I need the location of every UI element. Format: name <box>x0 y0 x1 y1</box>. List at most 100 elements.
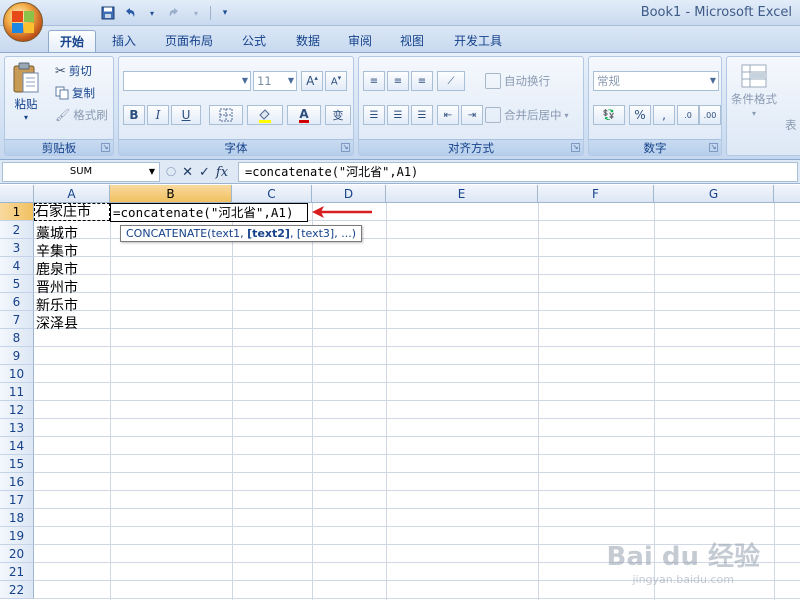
column-header-f[interactable]: F <box>538 185 654 203</box>
format-as-table-button[interactable]: 表 <box>785 117 797 133</box>
grow-font-button[interactable]: A▴ <box>301 71 323 91</box>
tab-data[interactable]: 数据 <box>286 30 330 52</box>
increase-indent-button[interactable]: ⇥ <box>461 105 483 125</box>
bottom-align-button[interactable]: ≡ <box>411 71 433 91</box>
row-header-8[interactable]: 8 <box>0 329 34 347</box>
row-header-3[interactable]: 3 <box>0 239 34 257</box>
redo-icon[interactable] <box>166 5 182 21</box>
row-header-1[interactable]: 1 <box>0 203 34 221</box>
cell-a7[interactable]: 深泽县 <box>36 313 78 333</box>
underline-button[interactable]: U <box>171 105 201 125</box>
column-header-g[interactable]: G <box>654 185 774 203</box>
row-header-11[interactable]: 11 <box>0 383 34 401</box>
top-align-button[interactable]: ≡ <box>363 71 385 91</box>
resize-handle-icon[interactable]: ◯ <box>166 167 176 177</box>
accounting-format-button[interactable]: 💱 <box>593 105 625 125</box>
merge-center-button[interactable]: 合并后居中 ▾ <box>485 107 569 123</box>
row-header-5[interactable]: 5 <box>0 275 34 293</box>
increase-decimal-button[interactable]: .0 <box>677 105 699 125</box>
save-icon[interactable] <box>100 5 116 21</box>
cell-a3[interactable]: 辛集市 <box>36 241 78 261</box>
row-header-2[interactable]: 2 <box>0 221 34 239</box>
conditional-format-button[interactable]: 条件格式 ▾ <box>731 63 777 118</box>
tab-home[interactable]: 开始 <box>48 30 96 52</box>
decrease-decimal-button[interactable]: .00 <box>699 105 721 125</box>
align-left-button[interactable]: ☰ <box>363 105 385 125</box>
column-header-b[interactable]: B <box>110 185 232 203</box>
row-header-21[interactable]: 21 <box>0 563 34 581</box>
orientation-button[interactable]: ⟋ <box>437 71 465 91</box>
customize-qat-icon[interactable]: ▾ <box>217 5 233 21</box>
font-launcher-icon[interactable]: ↘ <box>341 143 350 152</box>
cell-a5[interactable]: 晋州市 <box>36 277 78 297</box>
row-header-9[interactable]: 9 <box>0 347 34 365</box>
italic-button[interactable]: I <box>147 105 169 125</box>
font-name-combo[interactable]: ▼ <box>123 71 251 91</box>
formula-input[interactable]: =concatenate("河北省",A1) <box>238 162 798 182</box>
function-tooltip[interactable]: CONCATENATE(text1, [text2], [text3], ...… <box>120 225 362 242</box>
redo-dropdown-icon[interactable]: ▾ <box>188 5 204 21</box>
clipboard-launcher-icon[interactable]: ↘ <box>101 143 110 152</box>
tab-page-layout[interactable]: 页面布局 <box>158 30 220 52</box>
bold-button[interactable]: B <box>123 105 145 125</box>
office-button[interactable] <box>3 2 43 42</box>
shrink-font-button[interactable]: A▾ <box>325 71 347 91</box>
row-header-6[interactable]: 6 <box>0 293 34 311</box>
borders-button[interactable] <box>209 105 243 125</box>
cell-b1-editor[interactable]: =concatenate("河北省",A1) <box>110 203 308 222</box>
cancel-icon[interactable]: ✕ <box>182 165 193 180</box>
middle-align-button[interactable]: ≡ <box>387 71 409 91</box>
row-header-10[interactable]: 10 <box>0 365 34 383</box>
tab-insert[interactable]: 插入 <box>104 30 144 52</box>
percent-style-button[interactable]: % <box>629 105 651 125</box>
tab-view[interactable]: 视图 <box>390 30 434 52</box>
column-header-c[interactable]: C <box>232 185 312 203</box>
alignment-launcher-icon[interactable]: ↘ <box>571 143 580 152</box>
fill-color-button[interactable] <box>247 105 283 125</box>
format-painter-button[interactable]: 🖌 格式刷 <box>55 107 108 123</box>
tab-developer[interactable]: 开发工具 <box>446 30 510 52</box>
column-header-next[interactable] <box>774 185 800 203</box>
align-center-button[interactable]: ☰ <box>387 105 409 125</box>
cell-a1[interactable]: 石家庄市 <box>34 203 110 221</box>
row-header-18[interactable]: 18 <box>0 509 34 527</box>
enter-icon[interactable]: ✓ <box>199 165 210 180</box>
row-header-15[interactable]: 15 <box>0 455 34 473</box>
row-header-13[interactable]: 13 <box>0 419 34 437</box>
number-format-combo[interactable]: 常规 ▼ <box>593 71 719 91</box>
row-header-12[interactable]: 12 <box>0 401 34 419</box>
cell-a4[interactable]: 鹿泉市 <box>36 259 78 279</box>
paste-button[interactable]: 粘贴 ▾ <box>11 61 41 122</box>
column-header-a[interactable]: A <box>34 185 110 203</box>
row-header-14[interactable]: 14 <box>0 437 34 455</box>
insert-function-icon[interactable]: fx <box>216 165 228 180</box>
row-header-22[interactable]: 22 <box>0 581 34 599</box>
font-color-button[interactable]: A <box>287 105 321 125</box>
copy-button[interactable]: 复制 <box>55 85 95 101</box>
cell-a6[interactable]: 新乐市 <box>36 295 78 315</box>
align-right-button[interactable]: ☰ <box>411 105 433 125</box>
row-header-20[interactable]: 20 <box>0 545 34 563</box>
number-launcher-icon[interactable]: ↘ <box>709 143 718 152</box>
worksheet-grid[interactable]: A B C D E F G 1 2 3 4 5 6 7 8 9 10 11 12 13 14 15 16 17 1… <box>0 185 800 600</box>
column-header-e[interactable]: E <box>386 185 538 203</box>
name-box[interactable]: SUM ▼ <box>2 162 160 182</box>
column-header-d[interactable]: D <box>312 185 386 203</box>
cell-a2[interactable]: 藁城市 <box>36 223 78 243</box>
phonetic-button[interactable]: 变 <box>325 105 351 125</box>
row-header-4[interactable]: 4 <box>0 257 34 275</box>
row-header-16[interactable]: 16 <box>0 473 34 491</box>
cut-button[interactable]: ✂ 剪切 <box>55 63 92 79</box>
wrap-text-button[interactable]: 自动换行 <box>485 73 550 89</box>
tab-review[interactable]: 审阅 <box>340 30 380 52</box>
decrease-indent-button[interactable]: ⇤ <box>437 105 459 125</box>
select-all-corner[interactable] <box>0 185 34 203</box>
tab-formulas[interactable]: 公式 <box>232 30 276 52</box>
font-size-combo[interactable]: 11 ▼ <box>253 71 297 91</box>
row-header-7[interactable]: 7 <box>0 311 34 329</box>
undo-dropdown-icon[interactable]: ▾ <box>144 5 160 21</box>
undo-icon[interactable] <box>122 5 138 21</box>
row-header-19[interactable]: 19 <box>0 527 34 545</box>
row-header-17[interactable]: 17 <box>0 491 34 509</box>
comma-style-button[interactable]: , <box>653 105 675 125</box>
